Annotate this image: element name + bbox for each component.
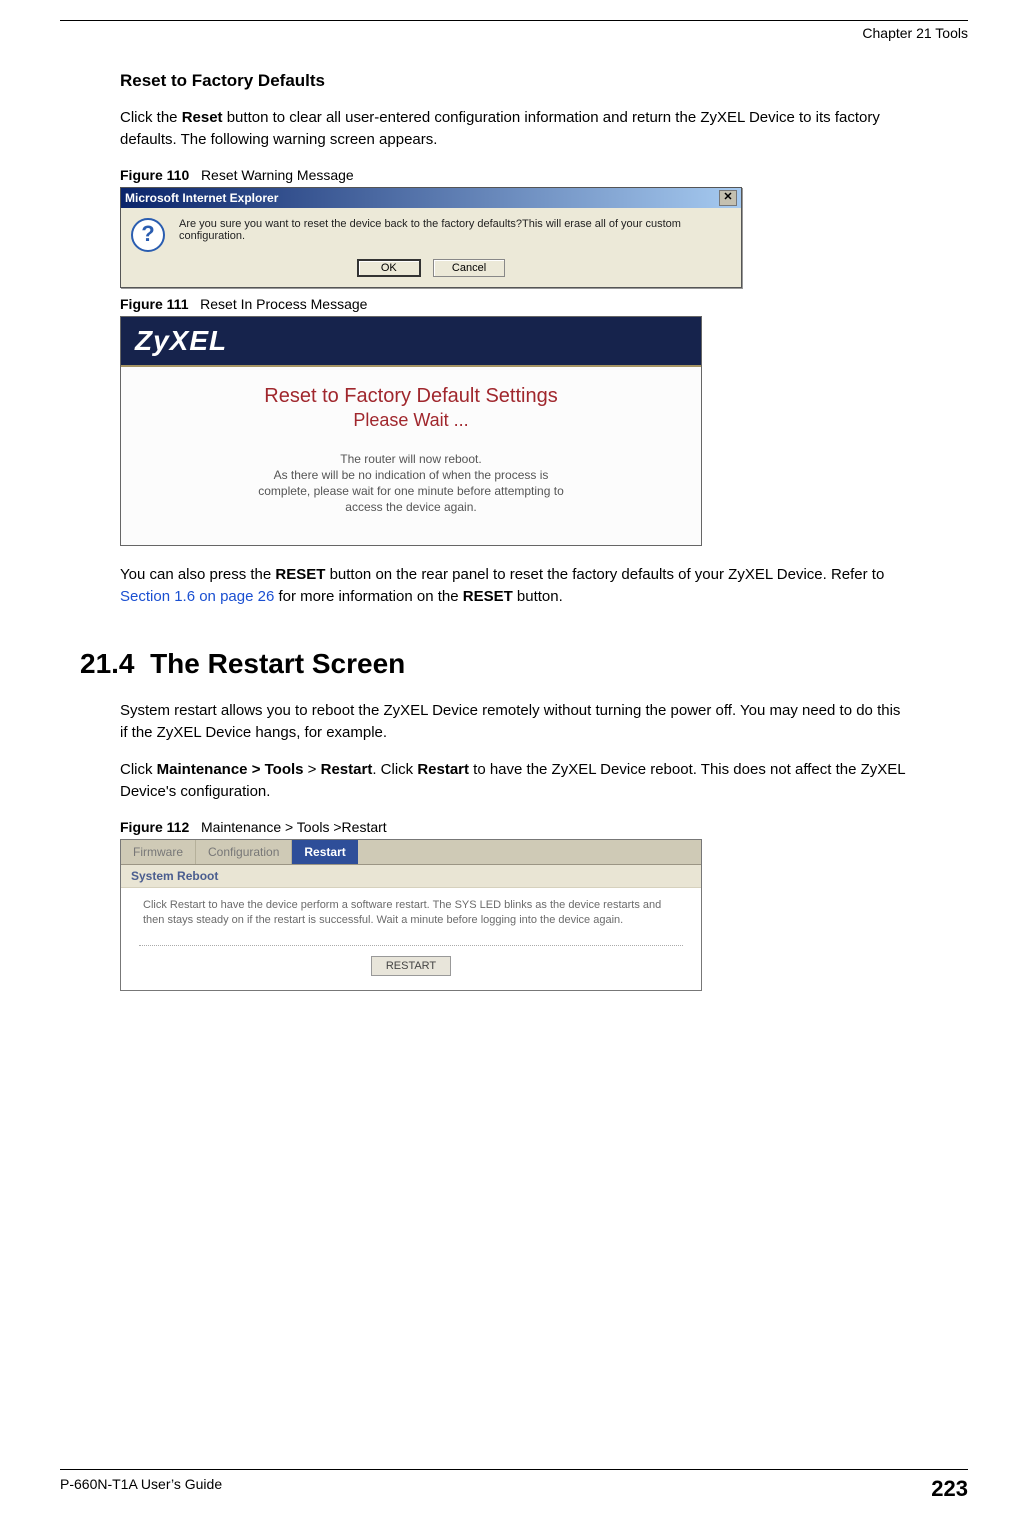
bold-restart: Restart (321, 761, 373, 778)
restart-screen: Firmware Configuration Restart System Re… (120, 839, 702, 991)
figure-111-caption: Figure 111 Reset In Process Message (120, 296, 908, 312)
restart-tabs: Firmware Configuration Restart (121, 840, 701, 865)
reset-rear-panel-paragraph: You can also press the RESET button on t… (120, 564, 908, 608)
ok-button[interactable]: OK (357, 259, 421, 277)
close-icon[interactable]: ✕ (719, 190, 737, 206)
reboot-msg-4: access the device again. (131, 499, 691, 515)
text: . Click (372, 761, 417, 778)
reboot-msg-3: complete, please wait for one minute bef… (131, 483, 691, 499)
bold-reset: RESET (463, 588, 513, 605)
figure-label: Figure 111 (120, 296, 188, 312)
page-number: 223 (931, 1476, 968, 1502)
page-footer: P-660N-T1A User’s Guide 223 (60, 1469, 968, 1502)
zyxel-logo: ZyXEL (135, 325, 227, 357)
text: button on the rear panel to reset the fa… (325, 566, 884, 583)
bold-path: Maintenance > Tools (157, 761, 304, 778)
restart-para2: Click Maintenance > Tools > Restart. Cli… (120, 759, 908, 803)
figure-title: Maintenance > Tools >Restart (201, 819, 387, 835)
tab-restart[interactable]: Restart (292, 840, 357, 864)
cancel-button[interactable]: Cancel (433, 259, 505, 277)
tab-configuration[interactable]: Configuration (196, 840, 292, 864)
system-reboot-header: System Reboot (121, 865, 701, 888)
reboot-msg-1: The router will now reboot. (131, 451, 691, 467)
ie-dialog: Microsoft Internet Explorer ✕ ? Are you … (120, 187, 742, 288)
text: > (304, 761, 321, 778)
figure-110-caption: Figure 110 Reset Warning Message (120, 167, 908, 183)
tab-firmware[interactable]: Firmware (121, 840, 196, 864)
restart-description: Click Restart to have the device perform… (121, 888, 701, 937)
text: You can also press the (120, 566, 275, 583)
section-title: The Restart Screen (150, 648, 405, 679)
bold-reset: RESET (275, 566, 325, 583)
text: Click (120, 761, 157, 778)
bold-restart: Restart (417, 761, 469, 778)
dialog-title: Microsoft Internet Explorer (125, 191, 278, 205)
restart-screen-heading: 21.4 The Restart Screen (80, 648, 948, 680)
reset-title: Reset to Factory Default Settings (131, 385, 691, 408)
dialog-message: Are you sure you want to reset the devic… (179, 218, 731, 252)
please-wait: Please Wait ... (131, 410, 691, 431)
restart-para1: System restart allows you to reboot the … (120, 700, 908, 744)
question-icon: ? (131, 218, 165, 252)
zyxel-wait-screen: ZyXEL Reset to Factory Default Settings … (120, 316, 702, 547)
text: for more information on the (274, 588, 462, 605)
ie-titlebar: Microsoft Internet Explorer ✕ (121, 188, 741, 208)
section-link[interactable]: Section 1.6 on page 26 (120, 588, 274, 605)
section-number: 21.4 (80, 648, 135, 679)
figure-label: Figure 112 (120, 819, 189, 835)
figure-label: Figure 110 (120, 167, 189, 183)
text: button to clear all user-entered configu… (120, 109, 880, 148)
reset-paragraph: Click the Reset button to clear all user… (120, 107, 908, 151)
chapter-header: Chapter 21 Tools (60, 25, 968, 41)
text: button. (513, 588, 563, 605)
figure-title: Reset In Process Message (200, 296, 367, 312)
zyxel-header: ZyXEL (121, 317, 701, 367)
reboot-msg-2: As there will be no indication of when t… (131, 467, 691, 483)
figure-title: Reset Warning Message (201, 167, 354, 183)
figure-112-caption: Figure 112 Maintenance > Tools >Restart (120, 819, 908, 835)
guide-name: P-660N-T1A User’s Guide (60, 1476, 222, 1502)
reset-heading: Reset to Factory Defaults (120, 71, 908, 91)
restart-button[interactable]: RESTART (371, 956, 451, 976)
bold-reset: Reset (182, 109, 223, 126)
text: Click the (120, 109, 182, 126)
